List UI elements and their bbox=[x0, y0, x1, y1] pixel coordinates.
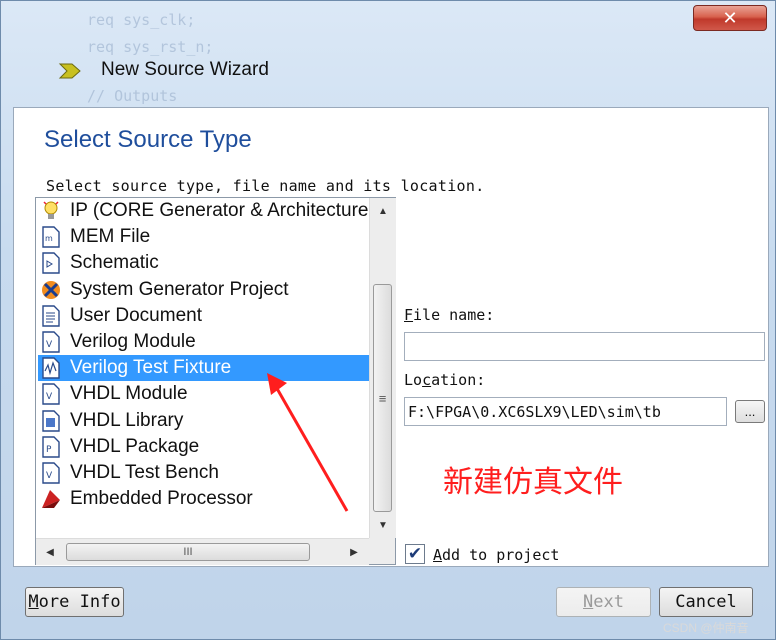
list-item-label: MEM File bbox=[70, 226, 151, 248]
more-info-text: ore Info bbox=[38, 592, 121, 612]
mem-file-icon: m bbox=[40, 226, 62, 248]
location-label-a: Lo bbox=[404, 371, 423, 389]
list-item-label: VHDL Package bbox=[70, 435, 200, 457]
list-item-label: User Document bbox=[70, 304, 202, 326]
page-heading: Select Source Type bbox=[44, 126, 252, 153]
more-info-button[interactable]: More Info bbox=[25, 587, 124, 617]
add-to-project-text: dd to project bbox=[442, 546, 560, 564]
watermark: CSDN @仲南音 bbox=[663, 621, 749, 635]
list-item-label: VHDL Test Bench bbox=[70, 461, 219, 483]
add-to-project-accel: A bbox=[433, 546, 443, 564]
window-title: New Source Wizard bbox=[101, 59, 269, 80]
list-item[interactable]: Schematic bbox=[36, 250, 369, 276]
dialog-window: req sys_clk; req sys_rst_n; // Outputs ✕… bbox=[0, 0, 776, 640]
background-code-line: req sys_clk; bbox=[87, 11, 196, 29]
embedded-processor-icon bbox=[40, 488, 62, 510]
file-name-label-text: ile name: bbox=[413, 306, 495, 324]
list-item[interactable]: IP (CORE Generator & Architecture Wizard… bbox=[36, 198, 369, 224]
file-name-input[interactable] bbox=[404, 332, 765, 361]
vhdl-module-icon: V bbox=[40, 383, 62, 406]
verilog-test-fixture-icon bbox=[40, 357, 62, 379]
check-icon: ✔ bbox=[407, 544, 423, 563]
list-item-label: VHDL Library bbox=[70, 409, 184, 431]
next-accel: N bbox=[583, 592, 594, 612]
location-label-b: ation: bbox=[431, 371, 486, 389]
list-item[interactable]: User Document bbox=[36, 303, 369, 329]
annotation-text: 新建仿真文件 bbox=[443, 465, 623, 500]
scrollbar-corner bbox=[369, 538, 395, 564]
close-icon: ✕ bbox=[722, 7, 738, 28]
close-button[interactable]: ✕ bbox=[693, 5, 767, 31]
svg-text:V: V bbox=[46, 471, 53, 481]
svg-text:V: V bbox=[46, 340, 53, 350]
horizontal-scrollbar[interactable]: ◀ III ▶ bbox=[36, 538, 369, 565]
verilog-module-icon: V bbox=[40, 331, 62, 353]
scroll-right-arrow-icon[interactable]: ▶ bbox=[342, 539, 366, 565]
svg-text:m: m bbox=[45, 234, 53, 243]
vertical-scrollbar[interactable]: ▲ ≡ ▼ bbox=[369, 198, 396, 538]
list-item-label: Verilog Module bbox=[70, 331, 196, 353]
scroll-down-arrow-icon[interactable]: ▼ bbox=[370, 514, 396, 536]
list-item-label: Verilog Test Fixture bbox=[70, 357, 232, 379]
next-button[interactable]: Next bbox=[556, 587, 651, 617]
horizontal-scroll-thumb[interactable]: III bbox=[66, 543, 310, 561]
file-name-label: File name: bbox=[404, 306, 494, 324]
location-label: Location: bbox=[404, 371, 485, 389]
background-code-line: // Outputs bbox=[87, 87, 178, 105]
browse-button[interactable]: ... bbox=[735, 400, 765, 423]
scroll-left-arrow-icon[interactable]: ◀ bbox=[38, 539, 62, 565]
vertical-scroll-thumb[interactable]: ≡ bbox=[373, 284, 392, 512]
list-item-label: Embedded Processor bbox=[70, 488, 253, 510]
grip-icon: III bbox=[183, 546, 193, 558]
vhdl-test-bench-icon: V bbox=[40, 462, 62, 484]
scroll-up-arrow-icon[interactable]: ▲ bbox=[370, 200, 396, 222]
sysgen-icon bbox=[40, 279, 62, 301]
ip-bulb-icon bbox=[40, 200, 62, 222]
list-item[interactable]: V Verilog Module bbox=[36, 329, 369, 355]
list-item[interactable]: m MEM File bbox=[36, 224, 369, 250]
location-input[interactable]: F:\FPGA\0.XC6SLX9\LED\sim\tb bbox=[404, 397, 727, 426]
document-icon bbox=[40, 305, 62, 327]
list-item-label: IP (CORE Generator & Architecture Wizard… bbox=[70, 200, 369, 222]
more-info-accel: M bbox=[28, 592, 39, 612]
background-code-line: req sys_rst_n; bbox=[87, 38, 214, 56]
location-label-accel: c bbox=[422, 371, 432, 389]
cancel-button[interactable]: Cancel bbox=[659, 587, 753, 617]
add-to-project-checkbox[interactable]: ✔ bbox=[405, 544, 425, 564]
wizard-arrow-icon bbox=[58, 63, 81, 79]
svg-text:V: V bbox=[46, 392, 53, 402]
list-item-label: System Generator Project bbox=[70, 278, 289, 300]
schematic-icon bbox=[40, 252, 62, 275]
add-to-project-label[interactable]: Add to project bbox=[433, 546, 559, 564]
grip-icon: ≡ bbox=[378, 390, 387, 406]
vhdl-library-icon bbox=[40, 409, 62, 432]
list-item-label: Schematic bbox=[70, 252, 159, 274]
instruction-text: Select source type, file name and its lo… bbox=[46, 177, 485, 195]
vhdl-package-icon: P bbox=[40, 436, 62, 458]
list-item[interactable]: System Generator Project bbox=[36, 277, 369, 303]
next-text: ext bbox=[593, 592, 624, 612]
list-item-label: VHDL Module bbox=[70, 383, 188, 405]
annotation-arrow bbox=[267, 373, 349, 512]
svg-text:P: P bbox=[46, 445, 52, 455]
file-name-label-accel: F bbox=[404, 306, 414, 324]
